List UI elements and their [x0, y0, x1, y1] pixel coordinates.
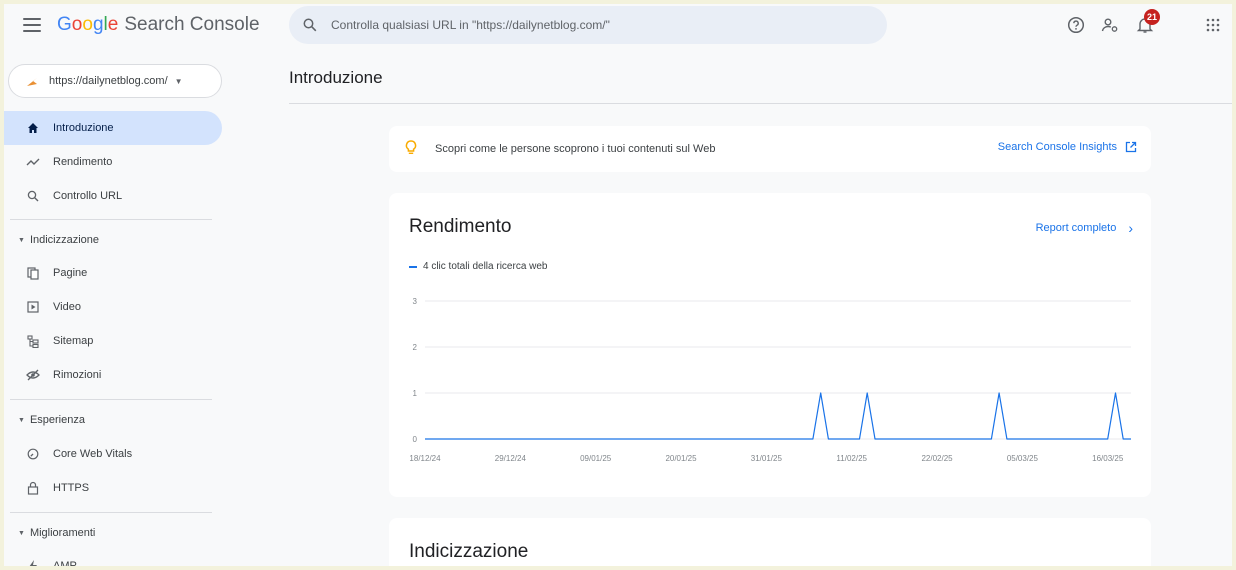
collapse-triangle-icon: ▼	[18, 236, 25, 244]
bolt-icon	[26, 559, 40, 570]
sidebar-item-label: AMP	[53, 560, 77, 570]
section-label: Esperienza	[29, 414, 85, 426]
search-placeholder[interactable]: Controlla qualsiasi URL in "https://dail…	[331, 18, 610, 32]
top-app-bar: Google Search Console Controlla qualsiasi…	[0, 0, 1236, 50]
lock-icon	[26, 481, 40, 495]
lightbulb-icon	[405, 140, 417, 155]
sidebar-item-rimozioni[interactable]: Rimozioni	[0, 358, 222, 392]
sidebar-item-pagine[interactable]: Pagine	[0, 256, 222, 290]
performance-chart[interactable]: 0 1 2 3 18/12/24 29/12/24 09/01/25 20/01/25 31/0…	[389, 193, 1151, 497]
apps-grid-icon[interactable]	[1203, 15, 1223, 35]
property-site-icon	[27, 78, 37, 86]
section-label: Miglioramenti	[29, 527, 96, 539]
help-icon[interactable]	[1066, 15, 1086, 35]
y-tick-label: 0	[413, 435, 418, 444]
video-icon	[26, 300, 40, 314]
performance-card: Rendimento Report completo › 4 clic tota…	[389, 193, 1151, 497]
sidebar-item-label: Introduzione	[53, 122, 114, 134]
sidebar-item-amp[interactable]: AMP	[0, 549, 222, 570]
header-divider	[289, 103, 1236, 104]
gauge-icon	[26, 447, 40, 461]
sidebar: https://dailynetblog.com/ ▼ Introduzione…	[0, 50, 232, 570]
collapse-triangle-icon: ▼	[18, 416, 25, 424]
hamburger-menu-icon[interactable]	[22, 15, 42, 35]
search-console-insights-link[interactable]: Search Console Insights	[998, 141, 1137, 153]
trending-icon	[26, 155, 40, 169]
url-inspection-search[interactable]: Controlla qualsiasi URL in "https://dail…	[289, 6, 887, 44]
indexing-title: Indicizzazione	[409, 541, 529, 562]
x-tick-label: 20/01/25	[665, 454, 697, 463]
insights-text: Scopri come le persone scoprono i tuoi c…	[435, 143, 716, 155]
section-label: Indicizzazione	[29, 234, 100, 246]
removals-icon	[26, 368, 40, 382]
section-esperienza[interactable]: ▼ Esperienza	[18, 414, 85, 426]
property-selector[interactable]: https://dailynetblog.com/ ▼	[8, 64, 222, 98]
sitemap-icon	[26, 334, 40, 348]
series-line	[425, 392, 1131, 440]
logo-letter: G	[57, 14, 72, 35]
sidebar-item-introduzione[interactable]: Introduzione	[0, 111, 222, 145]
sidebar-item-label: Pagine	[53, 267, 88, 279]
sidebar-item-https[interactable]: HTTPS	[0, 471, 222, 505]
x-tick-label: 18/12/24	[409, 454, 441, 463]
x-tick-label: 05/03/25	[1007, 454, 1039, 463]
y-tick-label: 1	[413, 389, 418, 398]
x-tick-label: 11/02/25	[836, 454, 867, 463]
app-logo[interactable]: Google Search Console	[57, 13, 260, 37]
insights-banner: Scopri come le persone scoprono i tuoi c…	[389, 126, 1151, 172]
sidebar-item-video[interactable]: Video	[0, 290, 222, 324]
section-miglioramenti[interactable]: ▼ Miglioramenti	[18, 527, 95, 539]
sidebar-divider	[10, 219, 212, 220]
notification-count-badge: 21	[1144, 9, 1160, 25]
sidebar-item-controllo-url[interactable]: Controllo URL	[0, 179, 222, 213]
sidebar-item-sitemap[interactable]: Sitemap	[0, 324, 222, 358]
logo-letter: e	[107, 14, 119, 35]
page-title: Introduzione	[289, 68, 383, 87]
caret-down-icon: ▼	[174, 76, 183, 86]
logo-letter: o	[82, 14, 93, 35]
sidebar-item-label: Core Web Vitals	[53, 448, 133, 460]
indexing-card: Indicizzazione	[389, 518, 1151, 570]
account-settings-icon[interactable]	[1100, 15, 1120, 35]
collapse-triangle-icon: ▼	[18, 529, 25, 537]
y-tick-label: 2	[413, 343, 418, 352]
x-tick-label: 31/01/25	[751, 454, 783, 463]
open-in-new-icon	[1125, 141, 1137, 153]
property-url: https://dailynetblog.com/	[49, 75, 168, 87]
sidebar-divider	[10, 512, 212, 513]
logo-letter: o	[71, 14, 83, 35]
sidebar-item-label: Sitemap	[53, 335, 94, 347]
insights-link-label: Search Console Insights	[997, 141, 1117, 153]
sidebar-item-label: Video	[53, 301, 81, 313]
sidebar-item-core-web-vitals[interactable]: Core Web Vitals	[0, 437, 222, 471]
y-tick-label: 3	[413, 297, 418, 306]
search-icon	[26, 189, 40, 203]
search-icon	[303, 18, 317, 32]
sidebar-item-label: Rendimento	[53, 156, 113, 168]
home-icon	[26, 121, 40, 135]
sidebar-item-label: Controllo URL	[53, 190, 123, 202]
x-tick-label: 16/03/25	[1092, 454, 1124, 463]
x-tick-label: 09/01/25	[580, 454, 612, 463]
sidebar-item-rendimento[interactable]: Rendimento	[0, 145, 222, 179]
sidebar-item-label: HTTPS	[53, 482, 90, 494]
x-tick-label: 22/02/25	[921, 454, 953, 463]
sidebar-divider	[10, 399, 212, 400]
logo-letter: g	[92, 14, 104, 35]
product-name: Search Console	[124, 14, 260, 35]
notifications-bell-icon[interactable]: 21	[1135, 9, 1160, 35]
sidebar-item-label: Rimozioni	[53, 369, 102, 381]
section-indicizzazione[interactable]: ▼ Indicizzazione	[18, 234, 99, 246]
pages-icon	[26, 266, 40, 280]
x-tick-label: 29/12/24	[495, 454, 527, 463]
